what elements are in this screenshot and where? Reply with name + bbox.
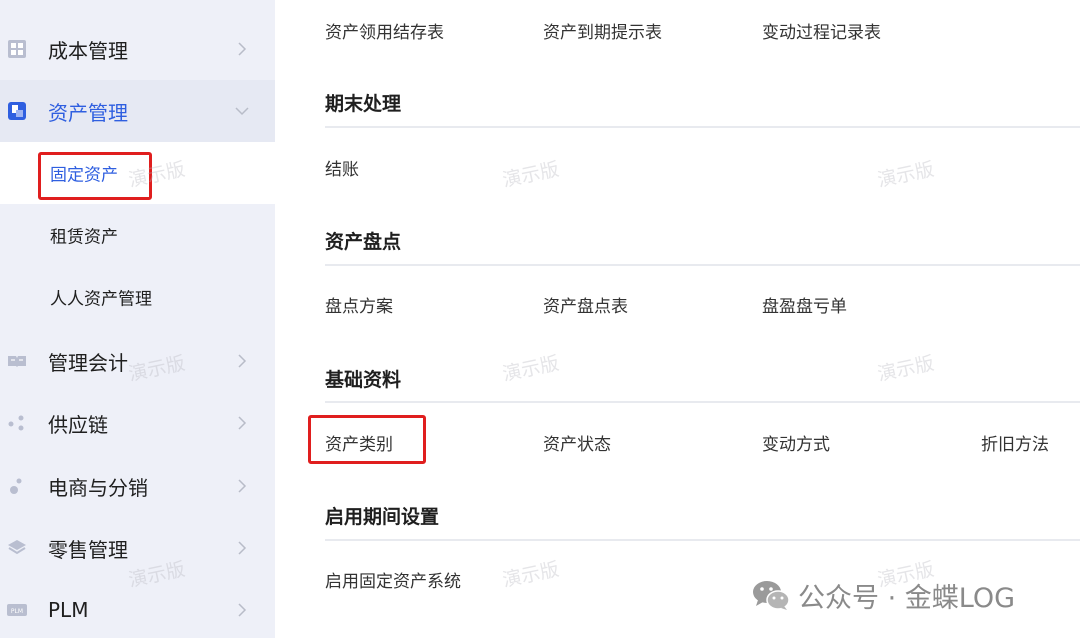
sidebar: 成本管理 资产管理 固定资产 租赁资产 人人资产管理 管理会计 供应链 电商与分… (0, 0, 275, 638)
sidebar-item-plm[interactable]: PLM PLM (0, 579, 275, 641)
sidebar-item-label: 供应链 (48, 412, 108, 437)
section-title-period-end: 期末处理 (325, 93, 402, 115)
link-asset-count-sheet[interactable]: 资产盘点表 (543, 292, 628, 317)
sidebar-subitem-label: 固定资产 (50, 165, 118, 186)
sidebar-item-label: 成本管理 (48, 38, 128, 63)
sidebar-subitem-label: 人人资产管理 (50, 289, 152, 310)
sidebar-item-retail[interactable]: 零售管理 (0, 517, 275, 579)
link-depreciation-method[interactable]: 折旧方法 (981, 430, 1049, 455)
link-asset-expiry-report[interactable]: 资产到期提示表 (543, 18, 662, 43)
link-asset-status[interactable]: 资产状态 (543, 430, 611, 455)
chevron-right-icon (234, 478, 250, 494)
sidebar-item-label: 电商与分销 (48, 475, 148, 500)
main-content: 资产领用结存表 资产到期提示表 变动过程记录表 期末处理 结账 资产盘点 盘点方… (275, 0, 1080, 638)
sidebar-item-label: PLM (48, 598, 89, 622)
sidebar-subitem-fixed-assets[interactable]: 固定资产 (0, 142, 275, 204)
brand-text: 公众号 · 金蝶LOG (798, 582, 1016, 614)
brand-footer: 公众号 · 金蝶LOG (752, 575, 1015, 615)
link-enable-fixed-asset-system[interactable]: 启用固定资产系统 (325, 567, 461, 592)
link-count-plan[interactable]: 盘点方案 (325, 292, 393, 317)
dots-icon (7, 413, 27, 433)
layers-icon (7, 538, 27, 558)
grid-icon (7, 39, 27, 59)
wechat-icon (752, 579, 790, 611)
divider (325, 264, 1080, 266)
section-title-enable-period: 启用期间设置 (325, 506, 440, 528)
sidebar-item-label: 管理会计 (48, 350, 128, 375)
sidebar-item-supply-chain[interactable]: 供应链 (0, 392, 275, 454)
sidebar-subitem-personal-assets[interactable]: 人人资产管理 (0, 266, 275, 328)
divider (325, 401, 1080, 403)
divider (325, 126, 1080, 128)
link-asset-category[interactable]: 资产类别 (325, 430, 393, 455)
book-icon (7, 351, 27, 371)
divider (325, 539, 1080, 541)
sidebar-subitem-label: 租赁资产 (50, 227, 118, 248)
asset-icon (7, 101, 27, 121)
plm-icon-text: PLM (11, 608, 23, 615)
link-asset-usage-balance[interactable]: 资产领用结存表 (325, 18, 444, 43)
chevron-right-icon (234, 540, 250, 556)
sidebar-item-assets[interactable]: 资产管理 (0, 80, 275, 142)
link-change-method[interactable]: 变动方式 (762, 430, 830, 455)
chevron-right-icon (234, 353, 250, 369)
sidebar-item-ecommerce[interactable]: 电商与分销 (0, 455, 275, 517)
bubbles-icon (7, 476, 27, 496)
section-title-asset-count: 资产盘点 (325, 231, 402, 253)
sidebar-item-cost[interactable]: 成本管理 (0, 18, 275, 80)
chevron-right-icon (234, 41, 250, 57)
chevron-right-icon (234, 415, 250, 431)
sidebar-item-label: 资产管理 (48, 100, 128, 125)
section-title-basic-data: 基础资料 (325, 369, 402, 391)
sidebar-subitem-lease-assets[interactable]: 租赁资产 (0, 204, 275, 266)
sidebar-item-label: 零售管理 (48, 537, 128, 562)
link-close-books[interactable]: 结账 (325, 155, 359, 180)
chevron-down-icon (234, 103, 250, 119)
sidebar-item-management-accounting[interactable]: 管理会计 (0, 330, 275, 392)
chevron-right-icon (234, 602, 250, 618)
link-surplus-loss-form[interactable]: 盘盈盘亏单 (762, 292, 847, 317)
plm-icon: PLM (7, 600, 27, 620)
link-change-process-log[interactable]: 变动过程记录表 (762, 18, 881, 43)
